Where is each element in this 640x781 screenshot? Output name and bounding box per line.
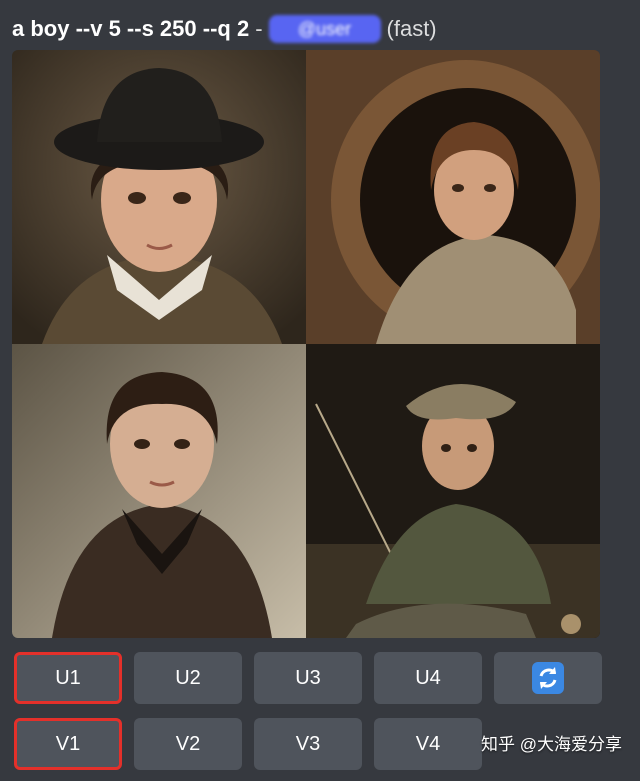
v4-button[interactable]: V4: [374, 718, 482, 770]
separator: -: [255, 16, 263, 41]
image-4[interactable]: [306, 344, 600, 638]
u2-button[interactable]: U2: [134, 652, 242, 704]
reroll-button[interactable]: [494, 652, 602, 704]
image-grid[interactable]: [12, 50, 600, 638]
upscale-button-row: U1 U2 U3 U4: [14, 652, 602, 704]
v1-button[interactable]: V1: [14, 718, 122, 770]
speed-label: (fast): [386, 16, 437, 41]
image-3[interactable]: [12, 344, 306, 638]
u4-button[interactable]: U4: [374, 652, 482, 704]
variation-button-row: V1 V2 V3 V4: [14, 718, 482, 770]
message-header: a boy --v 5 --s 250 --q 2 - @user (fast): [12, 12, 437, 46]
u1-button[interactable]: U1: [14, 652, 122, 704]
v2-button[interactable]: V2: [134, 718, 242, 770]
user-mention[interactable]: @user: [268, 15, 381, 43]
u3-button[interactable]: U3: [254, 652, 362, 704]
v3-button[interactable]: V3: [254, 718, 362, 770]
watermark: 知乎 @大海爱分享: [481, 735, 622, 754]
refresh-icon: [532, 662, 564, 694]
image-1[interactable]: [12, 50, 306, 344]
prompt-text: a boy --v 5 --s 250 --q 2: [12, 16, 250, 41]
image-2[interactable]: [306, 50, 600, 344]
